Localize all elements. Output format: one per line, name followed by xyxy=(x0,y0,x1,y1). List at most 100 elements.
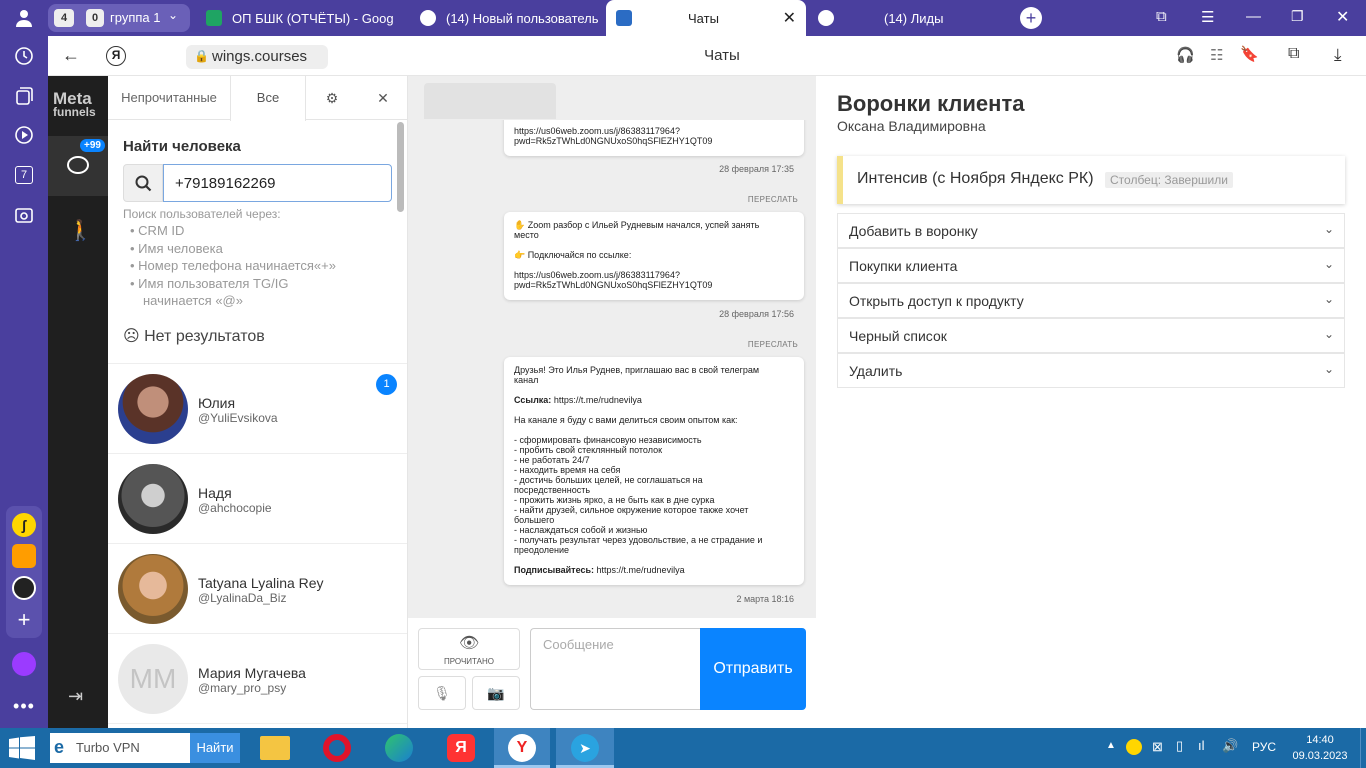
nav-chats[interactable]: +99 xyxy=(48,136,108,196)
contact-item[interactable]: ММ Мария Мугачева @mary_pro_psy xyxy=(108,634,407,724)
logout-icon[interactable]: ⇥ xyxy=(68,686,83,707)
funnel-column-badge: Столбец: Завершили xyxy=(1105,172,1233,188)
taskbar-telegram[interactable]: ➤ xyxy=(556,728,614,768)
close-icon[interactable]: ✕ xyxy=(358,76,407,120)
collections-icon[interactable] xyxy=(8,80,40,112)
tab-leads[interactable]: (14) Лиды xyxy=(808,0,1008,36)
tab-sheets[interactable]: ОП БШК (ОТЧЁТЫ) - Goog xyxy=(196,0,400,36)
site-icon xyxy=(420,10,436,26)
opera-icon[interactable] xyxy=(317,732,357,764)
sheets-icon xyxy=(206,10,222,26)
app-nav: Meta funnels +99 🚶 ⇥ xyxy=(48,76,108,728)
accordion-blacklist[interactable]: Черный список ⌄ xyxy=(837,318,1345,353)
metafunnels-icon xyxy=(616,10,632,26)
edge-icon[interactable] xyxy=(379,732,419,764)
screenshot-icon[interactable] xyxy=(8,199,40,231)
mail-icon[interactable] xyxy=(8,540,40,572)
back-icon[interactable]: ← xyxy=(62,45,80,66)
play-icon[interactable] xyxy=(8,119,40,151)
search-input[interactable]: +79189162269 xyxy=(163,164,392,202)
tray-expand-icon[interactable]: ▲ xyxy=(1106,740,1116,751)
yandex-browser-icon[interactable]: Я xyxy=(441,732,481,764)
tab-new-user[interactable]: (14) Новый пользователь xyxy=(410,0,605,36)
unread-badge: 1 xyxy=(376,374,397,395)
contact-item[interactable]: Надя @ahchocopie xyxy=(108,454,407,544)
battery-icon[interactable]: ▯ xyxy=(1176,738,1183,754)
avatar xyxy=(118,464,188,534)
language-indicator[interactable]: РУС xyxy=(1252,740,1276,754)
chevron-down-icon[interactable]: ⌄ xyxy=(168,8,178,22)
windows-start-icon[interactable] xyxy=(8,736,36,765)
downloads-icon[interactable]: ⤓ xyxy=(1334,45,1342,65)
extensions-icon[interactable]: ⧉ xyxy=(1288,45,1299,63)
edge-e-icon: e xyxy=(54,737,65,757)
tray-app-icon[interactable] xyxy=(1126,739,1142,755)
forward-button[interactable]: ПЕРЕСЛАТЬ xyxy=(748,340,798,349)
message-bubble: https://us06web.zoom.us/j/86383117964? pw… xyxy=(504,120,804,156)
tab-chats[interactable]: Чаты ✕ xyxy=(606,0,806,36)
file-explorer-icon[interactable] xyxy=(255,732,295,764)
accordion-delete[interactable]: Удалить ⌄ xyxy=(837,353,1345,388)
message-input[interactable]: Сообщение xyxy=(530,628,702,710)
no-results-text: ☹ Нет результатов xyxy=(123,328,265,345)
chevron-down-icon: ⌄ xyxy=(1323,327,1334,341)
read-status-button[interactable]: 👁 ПРОЧИТАНО xyxy=(418,628,520,670)
clock[interactable]: 14:40 09.03.2023 xyxy=(1290,732,1350,764)
accordion-add-to-funnel[interactable]: Добавить в воронку ⌄ xyxy=(837,213,1345,248)
wifi-signal-icon[interactable]: ıl xyxy=(1198,738,1205,753)
messenger-icon[interactable] xyxy=(8,572,40,604)
contact-username: @LyalinaDa_Biz xyxy=(198,591,287,605)
taskbar-search-input[interactable]: e Turbo VPN xyxy=(50,733,190,763)
accordion-grant-access[interactable]: Открыть доступ к продукту ⌄ xyxy=(837,283,1345,318)
tab-manager-icon[interactable]: ⧉ xyxy=(1156,8,1167,25)
tray-network-off-icon[interactable]: ⊠ xyxy=(1152,739,1163,755)
more-icon[interactable]: ••• xyxy=(8,690,40,722)
send-button[interactable]: Отправить xyxy=(700,628,806,710)
headphones-icon[interactable]: 🎧 xyxy=(1176,46,1195,64)
close-window-icon[interactable]: ✕ xyxy=(1336,7,1349,27)
app-logo[interactable]: Meta funnels xyxy=(53,90,103,118)
forward-button[interactable]: ПЕРЕСЛАТЬ xyxy=(748,195,798,204)
history-icon[interactable] xyxy=(8,40,40,72)
yandex-go-icon[interactable]: ʃ xyxy=(8,509,40,541)
microphone-icon[interactable]: 🎙 xyxy=(418,676,466,710)
add-app-icon[interactable]: + xyxy=(8,604,40,636)
search-icon[interactable] xyxy=(123,164,163,202)
close-tab-icon[interactable]: ✕ xyxy=(783,8,796,28)
camera-icon[interactable]: 📷 xyxy=(472,676,520,710)
message-bubble: ✋ Zoom разбор с Ильей Рудневым начался, … xyxy=(504,212,804,300)
minimize-icon[interactable]: — xyxy=(1246,8,1261,25)
taskbar-active-app[interactable]: Y xyxy=(494,728,550,768)
person-icon[interactable]: 🚶 xyxy=(68,218,93,243)
accordion-purchases[interactable]: Покупки клиента ⌄ xyxy=(837,248,1345,283)
taskbar-search-button[interactable]: Найти xyxy=(190,733,240,763)
reader-icon[interactable]: ☷ xyxy=(1210,46,1223,64)
new-tab-button[interactable]: + xyxy=(1020,7,1042,29)
bookmark-icon[interactable]: 🔖 xyxy=(1240,45,1259,63)
yandex-icon[interactable]: Я xyxy=(106,46,126,66)
lock-icon: 🔒 xyxy=(194,49,209,63)
menu-icon[interactable]: ☰ xyxy=(1201,8,1214,26)
restore-icon[interactable]: ❐ xyxy=(1291,8,1304,25)
contact-name: Надя xyxy=(198,485,232,501)
show-desktop-button[interactable] xyxy=(1360,728,1366,768)
tab-all[interactable]: Все xyxy=(230,76,306,121)
tab-unread[interactable]: Непрочитанные xyxy=(108,76,230,120)
profile-icon[interactable] xyxy=(8,2,40,34)
contact-item[interactable]: Юлия @YuliEvsikova 1 xyxy=(108,364,407,454)
funnel-card[interactable]: Интенсив (с Ноября Яндекс РК) Столбец: З… xyxy=(837,156,1345,204)
client-name: Оксана Владимировна xyxy=(837,118,986,134)
volume-icon[interactable]: 🔊 xyxy=(1222,738,1238,754)
calendar-icon[interactable]: 7 xyxy=(8,159,40,191)
scrollbar[interactable] xyxy=(397,122,404,212)
url-field[interactable]: 🔒 wings.courses xyxy=(186,45,328,69)
alice-icon[interactable] xyxy=(8,648,40,680)
hint-item: • Номер телефона начинается«+» xyxy=(130,258,336,273)
message-time: 2 марта 18:16 xyxy=(736,594,794,604)
tab-chatbot[interactable] xyxy=(424,83,556,119)
hint-item: • Имя человека xyxy=(130,240,223,256)
yandex-y-icon: Y xyxy=(508,734,536,762)
contact-item[interactable]: Tatyana Lyalina Rey @LyalinaDa_Biz xyxy=(108,544,407,634)
settings-gear-icon[interactable]: ⚙ xyxy=(306,76,358,120)
tab-group[interactable]: 4 0 группа 1 ⌄ xyxy=(48,4,190,32)
